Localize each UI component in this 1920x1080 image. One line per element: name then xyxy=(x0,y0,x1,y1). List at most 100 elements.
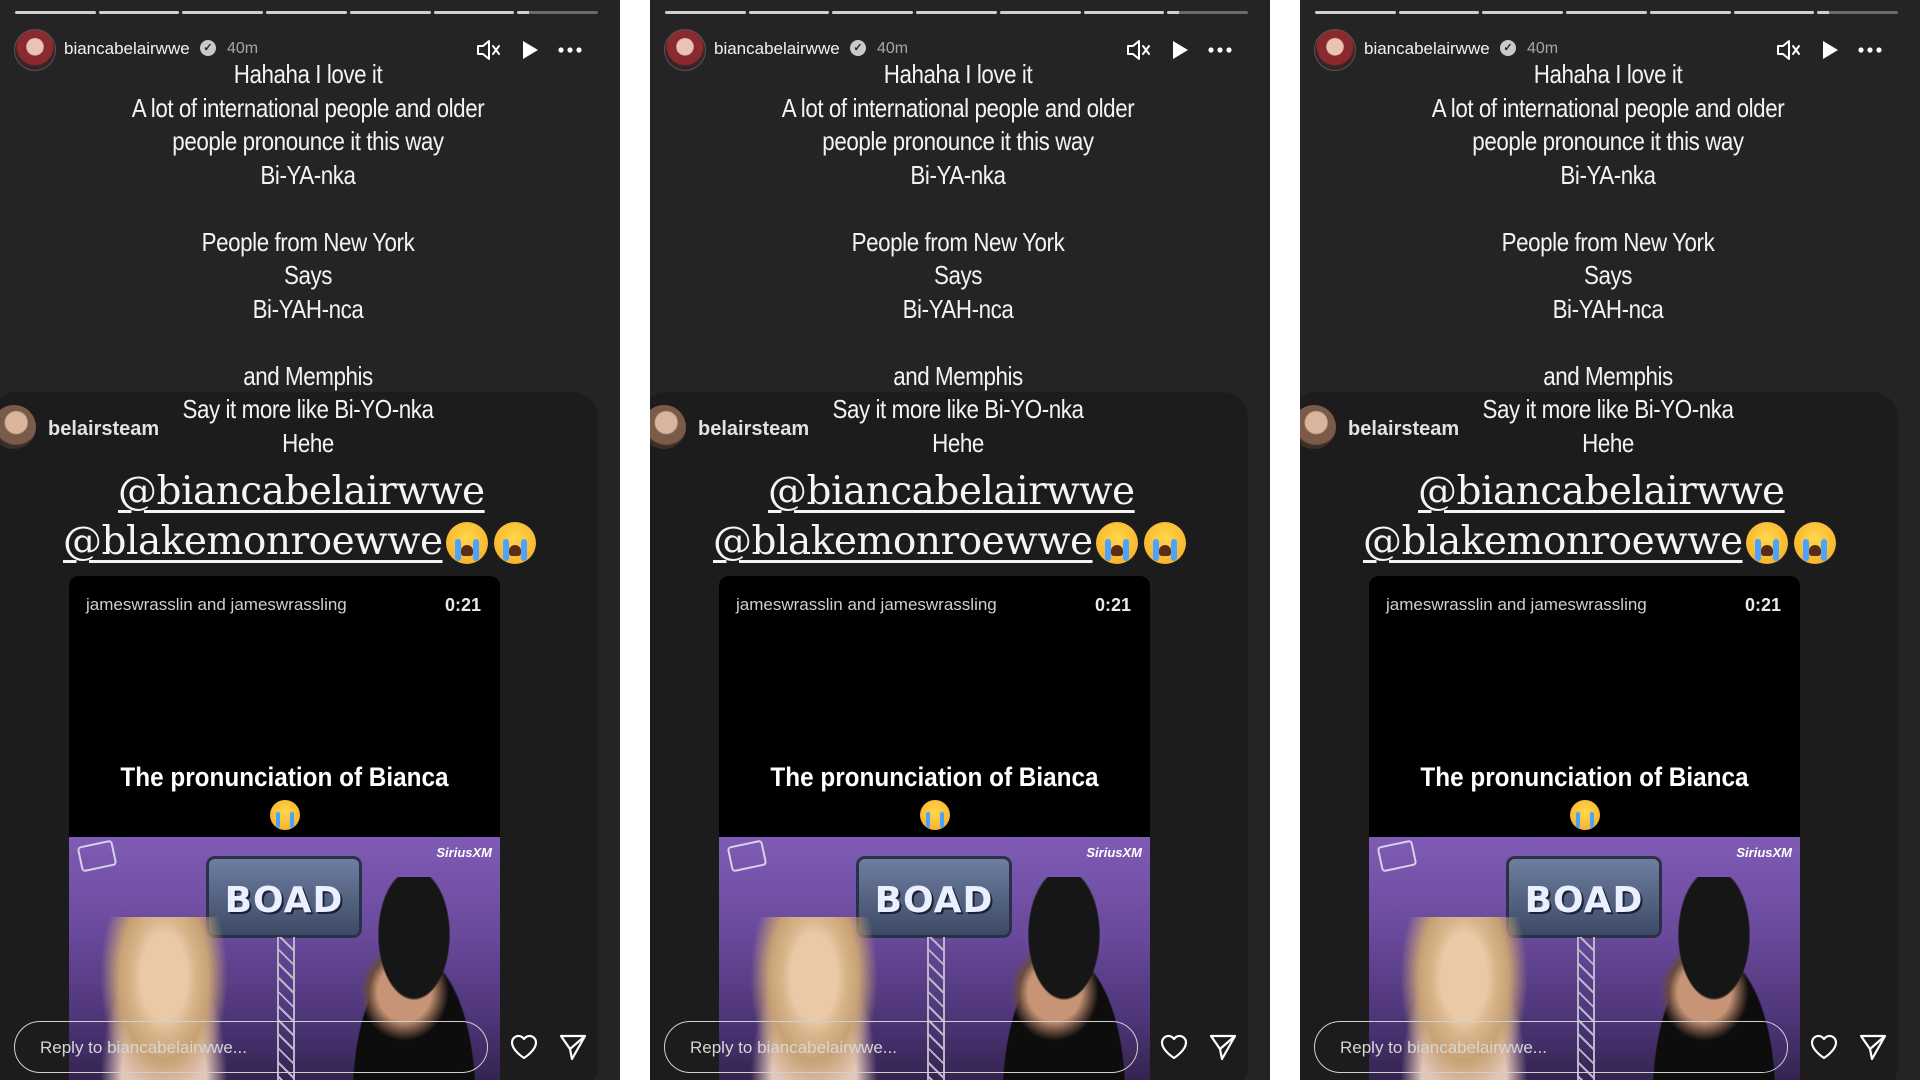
loudly-crying-face-icon xyxy=(1794,522,1836,564)
caption-line: Says xyxy=(284,260,332,290)
video-duration: 0:21 xyxy=(444,595,481,615)
progress-segment xyxy=(433,11,515,14)
caption-line: A lot of international people and older xyxy=(781,92,1135,123)
caption-line xyxy=(43,192,573,226)
story-timestamp: 40m xyxy=(227,40,259,57)
caption-line: Bi-YA-nka xyxy=(910,159,1006,190)
progress-segment xyxy=(182,11,264,14)
caption-line: Bi-YAH-nca xyxy=(902,293,1014,324)
progress-segment xyxy=(1482,11,1564,14)
verified-badge-icon: ✓ xyxy=(850,40,866,56)
video-title: The pronunciation of Bianca xyxy=(120,762,449,792)
progress-segment xyxy=(266,11,347,14)
loudly-crying-face-icon xyxy=(1096,522,1138,564)
progress-segment xyxy=(1315,11,1396,14)
shared-video[interactable]: jameswrasslin and jameswrassling 0:21 Th… xyxy=(719,576,1150,1080)
loudly-crying-face-icon xyxy=(1570,800,1600,830)
caption-line: A lot of international people and older xyxy=(1431,92,1785,123)
caption-line: People from New York xyxy=(201,226,415,257)
loudly-crying-face-icon xyxy=(1746,522,1788,564)
story-caption: Hahaha I love it A lot of international … xyxy=(1343,58,1873,460)
caption-line: A lot of international people and older xyxy=(131,92,485,123)
story-caption: Hahaha I love it A lot of international … xyxy=(43,58,573,460)
mention-tag[interactable]: @biancabelairwwe xyxy=(1418,469,1785,514)
caption-line xyxy=(693,192,1223,226)
story-username[interactable]: biancabelairwwe xyxy=(714,39,840,59)
shared-video[interactable]: jameswrasslin and jameswrassling 0:21 Th… xyxy=(1369,576,1800,1080)
siriusxm-logo: SiriusXM xyxy=(1086,845,1142,860)
video-channel: jameswrasslin and jameswrassling xyxy=(736,595,997,614)
caption-line: Hehe xyxy=(932,427,984,458)
progress-segment xyxy=(999,11,1081,14)
crying-emojis xyxy=(1746,522,1836,564)
caption-line: Hehe xyxy=(1582,427,1634,458)
caption-line: people pronounce it this way xyxy=(172,126,444,156)
reply-input[interactable]: Reply to biancabelairwwe... xyxy=(14,1021,488,1073)
caption-line: Hahaha I love it xyxy=(1533,59,1683,89)
story-progress-bar xyxy=(1315,11,1899,14)
caption-line: people pronounce it this way xyxy=(1472,126,1744,156)
show-logo-icon xyxy=(1376,839,1418,873)
heart-icon[interactable] xyxy=(509,1032,539,1062)
show-logo-icon xyxy=(726,839,768,873)
caption-line: Says xyxy=(1584,260,1632,290)
crying-emojis xyxy=(446,522,536,564)
reply-placeholder: Reply to biancabelairwwe... xyxy=(690,1038,897,1057)
reply-placeholder: Reply to biancabelairwwe... xyxy=(1340,1038,1547,1057)
story-timestamp: 40m xyxy=(877,40,909,57)
reply-input[interactable]: Reply to biancabelairwwe... xyxy=(1314,1021,1788,1073)
mention-tag[interactable]: @biancabelairwwe xyxy=(118,469,485,514)
caption-line xyxy=(1343,326,1873,360)
caption-line: Hehe xyxy=(282,427,334,458)
caption-line: people pronounce it this way xyxy=(822,126,1094,156)
progress-segment xyxy=(1733,11,1815,14)
caption-line: People from New York xyxy=(851,226,1065,257)
caption-line: and Memphis xyxy=(1543,360,1673,391)
heart-icon[interactable] xyxy=(1159,1032,1189,1062)
reply-placeholder: Reply to biancabelairwwe... xyxy=(40,1038,247,1057)
progress-segment xyxy=(748,11,830,14)
send-icon[interactable] xyxy=(1858,1032,1888,1062)
video-title: The pronunciation of Bianca xyxy=(770,762,1099,792)
mention-tag[interactable]: @blakemonroewwe xyxy=(63,519,443,564)
shared-video[interactable]: jameswrasslin and jameswrassling 0:21 Th… xyxy=(69,576,500,1080)
story-panel: biancabelairwwe ✓ 40m belairsteam Hahaha… xyxy=(1300,0,1920,1080)
progress-segment xyxy=(349,11,431,14)
reply-input[interactable]: Reply to biancabelairwwe... xyxy=(664,1021,1138,1073)
video-channel: jameswrasslin and jameswrassling xyxy=(1386,595,1647,614)
caption-line: People from New York xyxy=(1501,226,1715,257)
story-progress-bar xyxy=(15,11,599,14)
loudly-crying-face-icon xyxy=(920,800,950,830)
progress-segment xyxy=(1649,11,1731,14)
caption-line xyxy=(43,326,573,360)
mention-tag[interactable]: @blakemonroewwe xyxy=(1363,519,1743,564)
progress-segment xyxy=(832,11,914,14)
loudly-crying-face-icon xyxy=(1144,522,1186,564)
video-duration: 0:21 xyxy=(1094,595,1131,615)
story-panel: biancabelairwwe ✓ 40m belairsteam Hahaha… xyxy=(650,0,1270,1080)
caption-line: Say it more like Bi-YO-nka xyxy=(182,394,434,424)
caption-line: Say it more like Bi-YO-nka xyxy=(1482,394,1734,424)
caption-line: Hahaha I love it xyxy=(883,59,1033,89)
caption-line: and Memphis xyxy=(243,360,373,391)
heart-icon[interactable] xyxy=(1809,1032,1839,1062)
mention-tag[interactable]: @biancabelairwwe xyxy=(768,469,1135,514)
story-username[interactable]: biancabelairwwe xyxy=(1364,39,1490,59)
send-icon[interactable] xyxy=(558,1032,588,1062)
progress-segment xyxy=(665,11,746,14)
story-username[interactable]: biancabelairwwe xyxy=(64,39,190,59)
caption-line: Bi-YA-nka xyxy=(260,159,356,190)
caption-line: Bi-YAH-nca xyxy=(252,293,364,324)
progress-segment xyxy=(1398,11,1480,14)
video-channel: jameswrasslin and jameswrassling xyxy=(86,595,347,614)
story-timestamp: 40m xyxy=(1527,40,1559,57)
mention-tag[interactable]: @blakemonroewwe xyxy=(713,519,1093,564)
video-duration: 0:21 xyxy=(1744,595,1781,615)
caption-line: Bi-YA-nka xyxy=(1560,159,1656,190)
story-caption: Hahaha I love it A lot of international … xyxy=(693,58,1223,460)
send-icon[interactable] xyxy=(1208,1032,1238,1062)
progress-segment xyxy=(15,11,96,14)
siriusxm-logo: SiriusXM xyxy=(1736,845,1792,860)
progress-segment-active xyxy=(517,11,599,14)
verified-badge-icon: ✓ xyxy=(200,40,216,56)
